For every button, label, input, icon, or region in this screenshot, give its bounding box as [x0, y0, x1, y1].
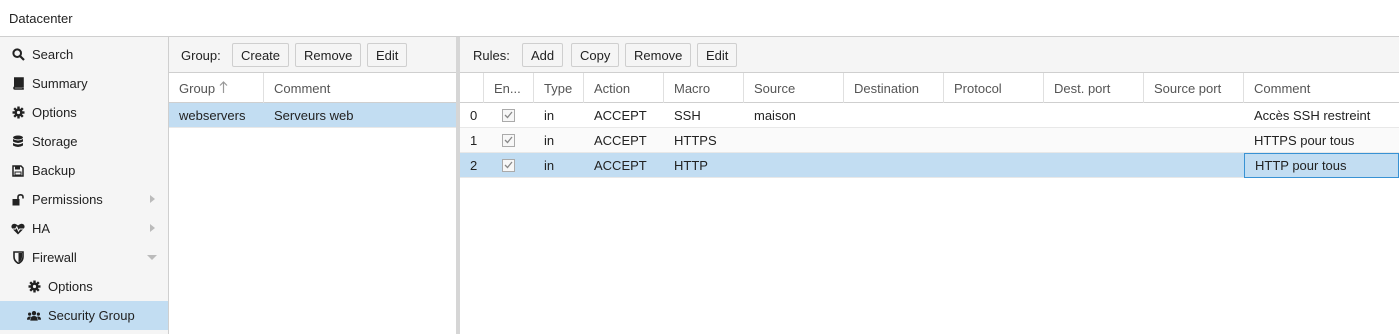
- column-header-position: [460, 73, 484, 103]
- sidebar-item-firewall-options[interactable]: Options: [0, 272, 168, 301]
- chevron-right-icon[interactable]: [150, 224, 155, 232]
- rule-macro-cell: SSH: [674, 107, 701, 123]
- sidebar-item-label: Permissions: [32, 192, 103, 207]
- column-header-source[interactable]: Source: [744, 73, 844, 103]
- heartbeat-icon: [11, 222, 25, 236]
- column-header-label: Group: [179, 80, 216, 96]
- column-header-enable[interactable]: En...: [484, 73, 534, 103]
- database-icon: [11, 135, 25, 149]
- rules-grid-header: En... Type Action Macro Source Destinati…: [460, 73, 1399, 103]
- column-header-label: Comment: [274, 80, 331, 96]
- floppy-icon: [11, 164, 25, 178]
- rule-type-cell: in: [544, 157, 555, 173]
- column-header-group[interactable]: Group: [169, 73, 264, 103]
- sidebar-item-backup[interactable]: Backup: [0, 156, 168, 185]
- column-header-type[interactable]: Type: [534, 73, 584, 103]
- group-comment-cell: Serveurs web: [274, 107, 354, 123]
- enable-checkbox[interactable]: [502, 133, 515, 147]
- sidebar-item-permissions[interactable]: Permissions: [0, 185, 168, 214]
- remove-group-button[interactable]: Remove: [295, 43, 362, 67]
- rule-position-cell: 1: [470, 132, 478, 148]
- rule-type-cell: in: [544, 107, 555, 123]
- column-header-dest-port[interactable]: Dest. port: [1044, 73, 1144, 103]
- rule-comment-cell: HTTPS pour tous: [1254, 132, 1355, 148]
- edit-group-button[interactable]: Edit: [367, 43, 408, 67]
- table-row[interactable]: 2 in ACCEPT HTTP HTTP pour tous: [460, 153, 1399, 178]
- remove-rule-button[interactable]: Remove: [625, 43, 692, 67]
- column-header-macro[interactable]: Macro: [664, 73, 744, 103]
- rule-comment-cell: Accès SSH restreint: [1254, 107, 1371, 123]
- security-groups-panel: Group: Create Remove Edit Group Comment …: [169, 37, 456, 334]
- chevron-right-icon[interactable]: [150, 195, 155, 203]
- groups-grid-header: Group Comment: [169, 73, 456, 103]
- chevron-down-icon[interactable]: [147, 255, 157, 260]
- search-icon: [11, 48, 25, 62]
- sort-ascending-icon: [219, 80, 228, 96]
- rule-macro-cell: HTTPS: [674, 132, 717, 148]
- book-icon: [11, 77, 25, 91]
- shield-icon: [11, 251, 25, 265]
- table-row[interactable]: 0 in ACCEPT SSH maison Accès SSH restrei…: [460, 103, 1399, 128]
- rule-source-cell: [744, 153, 844, 177]
- rule-enable-cell: [484, 103, 534, 127]
- sidebar-item-label: Backup: [32, 163, 76, 178]
- sidebar-item-options[interactable]: Options: [0, 98, 168, 127]
- sidebar-item-search[interactable]: Search: [0, 40, 168, 69]
- sidebar-item-label: Options: [32, 105, 77, 120]
- rule-source-cell: maison: [754, 107, 796, 123]
- header-bar: Datacenter: [0, 0, 1399, 37]
- create-group-button[interactable]: Create: [232, 43, 290, 67]
- edit-rule-button[interactable]: Edit: [697, 43, 738, 67]
- sidebar-item-summary[interactable]: Summary: [0, 69, 168, 98]
- sidebar-item-label: Storage: [32, 134, 78, 149]
- group-name-cell: webservers: [179, 107, 246, 123]
- sidebar-item-label: Search: [32, 47, 74, 62]
- gear-icon: [11, 106, 25, 120]
- sidebar-item-security-group[interactable]: Security Group: [0, 301, 168, 330]
- column-header-protocol[interactable]: Protocol: [944, 73, 1044, 103]
- column-header-action[interactable]: Action: [584, 73, 664, 103]
- table-row[interactable]: 1 in ACCEPT HTTPS HTTPS pour tous: [460, 128, 1399, 153]
- sidebar-item-firewall[interactable]: Firewall: [0, 243, 168, 272]
- sidebar-item-label: Firewall: [32, 250, 77, 265]
- rules-toolbar: Rules: Add Copy Remove Edit: [460, 37, 1399, 73]
- rules-toolbar-label: Rules:: [473, 48, 510, 63]
- column-header-destination[interactable]: Destination: [844, 73, 944, 103]
- rule-position-cell: 0: [470, 107, 478, 123]
- copy-rule-button[interactable]: Copy: [571, 43, 620, 67]
- rule-action-cell: ACCEPT: [594, 157, 647, 173]
- page-title: Datacenter: [9, 11, 73, 26]
- unlock-icon: [11, 193, 25, 207]
- sidebar-item-storage[interactable]: Storage: [0, 127, 168, 156]
- gear-icon: [27, 280, 41, 294]
- add-rule-button[interactable]: Add: [522, 43, 564, 67]
- rule-type-cell: in: [544, 132, 555, 148]
- sidebar-item-label: HA: [32, 221, 51, 236]
- sidebar-item-label: Security Group: [48, 308, 135, 323]
- rule-enable-cell: [484, 128, 534, 152]
- column-header-source-port[interactable]: Source port: [1144, 73, 1244, 103]
- column-header-comment[interactable]: Comment: [1244, 73, 1399, 103]
- enable-checkbox[interactable]: [502, 158, 515, 172]
- rules-panel: Rules: Add Copy Remove Edit En... Type A…: [460, 37, 1399, 334]
- rule-comment-cell[interactable]: HTTP pour tous: [1244, 153, 1399, 178]
- rule-action-cell: ACCEPT: [594, 107, 647, 123]
- rule-action-cell: ACCEPT: [594, 132, 647, 148]
- rule-source-cell: [744, 128, 844, 152]
- sidebar-item-label: Summary: [32, 76, 88, 91]
- sidebar-nav: Search Summary Options Storage Backup Pe…: [0, 37, 169, 334]
- sidebar-item-ha[interactable]: HA: [0, 214, 168, 243]
- groups-toolbar: Group: Create Remove Edit: [169, 37, 456, 73]
- table-row[interactable]: webservers Serveurs web: [169, 103, 456, 128]
- rule-enable-cell: [484, 153, 534, 177]
- rule-position-cell: 2: [470, 157, 478, 173]
- column-header-comment[interactable]: Comment: [264, 73, 456, 103]
- enable-checkbox[interactable]: [502, 108, 515, 122]
- sidebar-item-label: Options: [48, 279, 93, 294]
- users-icon: [27, 309, 41, 323]
- rule-macro-cell: HTTP: [674, 157, 708, 173]
- groups-toolbar-label: Group:: [181, 48, 221, 63]
